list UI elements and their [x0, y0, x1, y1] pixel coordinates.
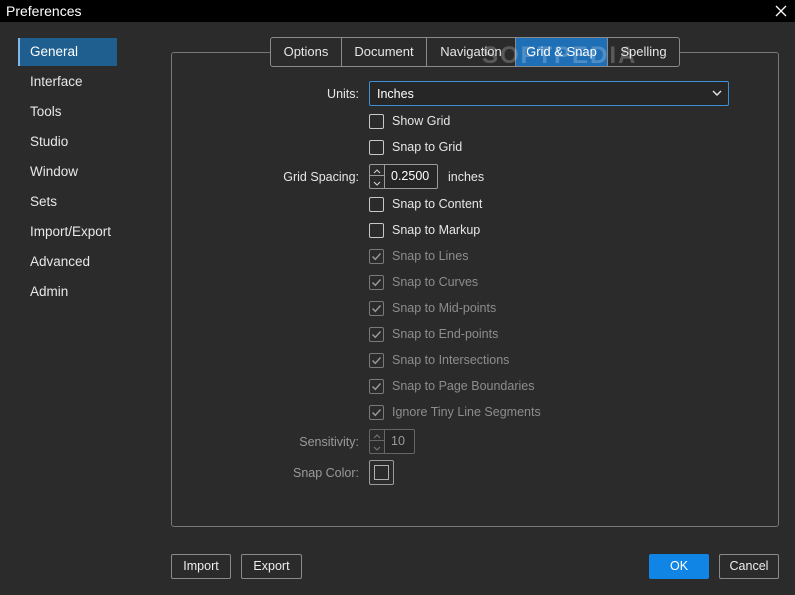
- chevron-down-icon[interactable]: [370, 177, 384, 188]
- checkbox-label: Ignore Tiny Line Segments: [392, 405, 541, 419]
- checkbox-label: Snap to Grid: [392, 140, 463, 154]
- check-icon: [372, 253, 382, 261]
- checkbox-label: Snap to Content: [392, 197, 483, 211]
- sidebar-item-window[interactable]: Window: [18, 158, 117, 186]
- checkbox-box[interactable]: [369, 140, 384, 155]
- checkbox-label: Snap to Markup: [392, 223, 481, 237]
- settings-panel: [171, 52, 779, 527]
- sensitivity-input[interactable]: 10: [385, 429, 415, 454]
- watermark: SOFTPEDIA: [482, 42, 638, 69]
- sidebar-item-admin[interactable]: Admin: [18, 278, 117, 306]
- chevron-down-icon[interactable]: [370, 442, 384, 453]
- export-button[interactable]: Export: [241, 554, 302, 579]
- checkbox-box[interactable]: [369, 353, 384, 368]
- check-icon: [372, 279, 382, 287]
- sensitivity-stepper[interactable]: [369, 429, 385, 454]
- checkbox-box[interactable]: [369, 249, 384, 264]
- sidebar-item-general[interactable]: General: [18, 38, 117, 66]
- cancel-button[interactable]: Cancel: [719, 554, 779, 579]
- snap-color-label: Snap Color:: [292, 466, 359, 480]
- title-bar: Preferences: [0, 0, 795, 22]
- check-icon: [372, 305, 382, 313]
- checkbox-box[interactable]: [369, 114, 384, 129]
- checkbox-box[interactable]: [369, 275, 384, 290]
- checkbox-box[interactable]: [369, 223, 384, 238]
- snap-color-picker[interactable]: [369, 460, 394, 485]
- chevron-down-icon: [711, 87, 723, 99]
- chevron-up-icon[interactable]: [370, 165, 384, 176]
- sidebar-item-tools[interactable]: Tools: [18, 98, 117, 126]
- checkbox-label: Show Grid: [392, 114, 451, 128]
- grid-spacing-stepper[interactable]: [369, 164, 385, 189]
- sidebar-item-studio[interactable]: Studio: [18, 128, 117, 156]
- checkbox-box[interactable]: [369, 405, 384, 420]
- tab-document[interactable]: Document: [342, 38, 427, 66]
- checkbox-label: Snap to Lines: [392, 249, 469, 263]
- checkbox-label: Snap to Mid-points: [392, 301, 497, 315]
- import-button[interactable]: Import: [171, 554, 231, 579]
- sidebar-item-sets[interactable]: Sets: [18, 188, 117, 216]
- window-title: Preferences: [6, 3, 82, 19]
- grid-spacing-unit: inches: [448, 170, 485, 184]
- check-icon: [372, 357, 382, 365]
- chevron-up-icon[interactable]: [370, 430, 384, 441]
- tab-options[interactable]: Options: [271, 38, 342, 66]
- check-icon: [372, 331, 382, 339]
- check-icon: [372, 383, 382, 391]
- checkbox-box[interactable]: [369, 379, 384, 394]
- sensitivity-label: Sensitivity:: [299, 435, 359, 449]
- close-icon[interactable]: [771, 1, 791, 21]
- check-icon: [372, 409, 382, 417]
- units-label: Units:: [327, 87, 359, 101]
- grid-spacing-input[interactable]: 0.2500: [385, 164, 438, 189]
- checkbox-label: Snap to Intersections: [392, 353, 510, 367]
- sidebar-item-import-export[interactable]: Import/Export: [18, 218, 117, 246]
- checkbox-label: Snap to End-points: [392, 327, 499, 341]
- checkbox-label: Snap to Page Boundaries: [392, 379, 535, 393]
- checkbox-label: Snap to Curves: [392, 275, 479, 289]
- color-swatch: [374, 465, 389, 480]
- units-select[interactable]: Inches: [369, 81, 729, 106]
- checkbox-box[interactable]: [369, 327, 384, 342]
- ok-button[interactable]: OK: [649, 554, 709, 579]
- checkbox-box[interactable]: [369, 301, 384, 316]
- units-value: Inches: [377, 87, 414, 101]
- checkbox-box[interactable]: [369, 197, 384, 212]
- sidebar-item-interface[interactable]: Interface: [18, 68, 117, 96]
- grid-spacing-label: Grid Spacing:: [283, 170, 359, 184]
- sidebar-item-advanced[interactable]: Advanced: [18, 248, 117, 276]
